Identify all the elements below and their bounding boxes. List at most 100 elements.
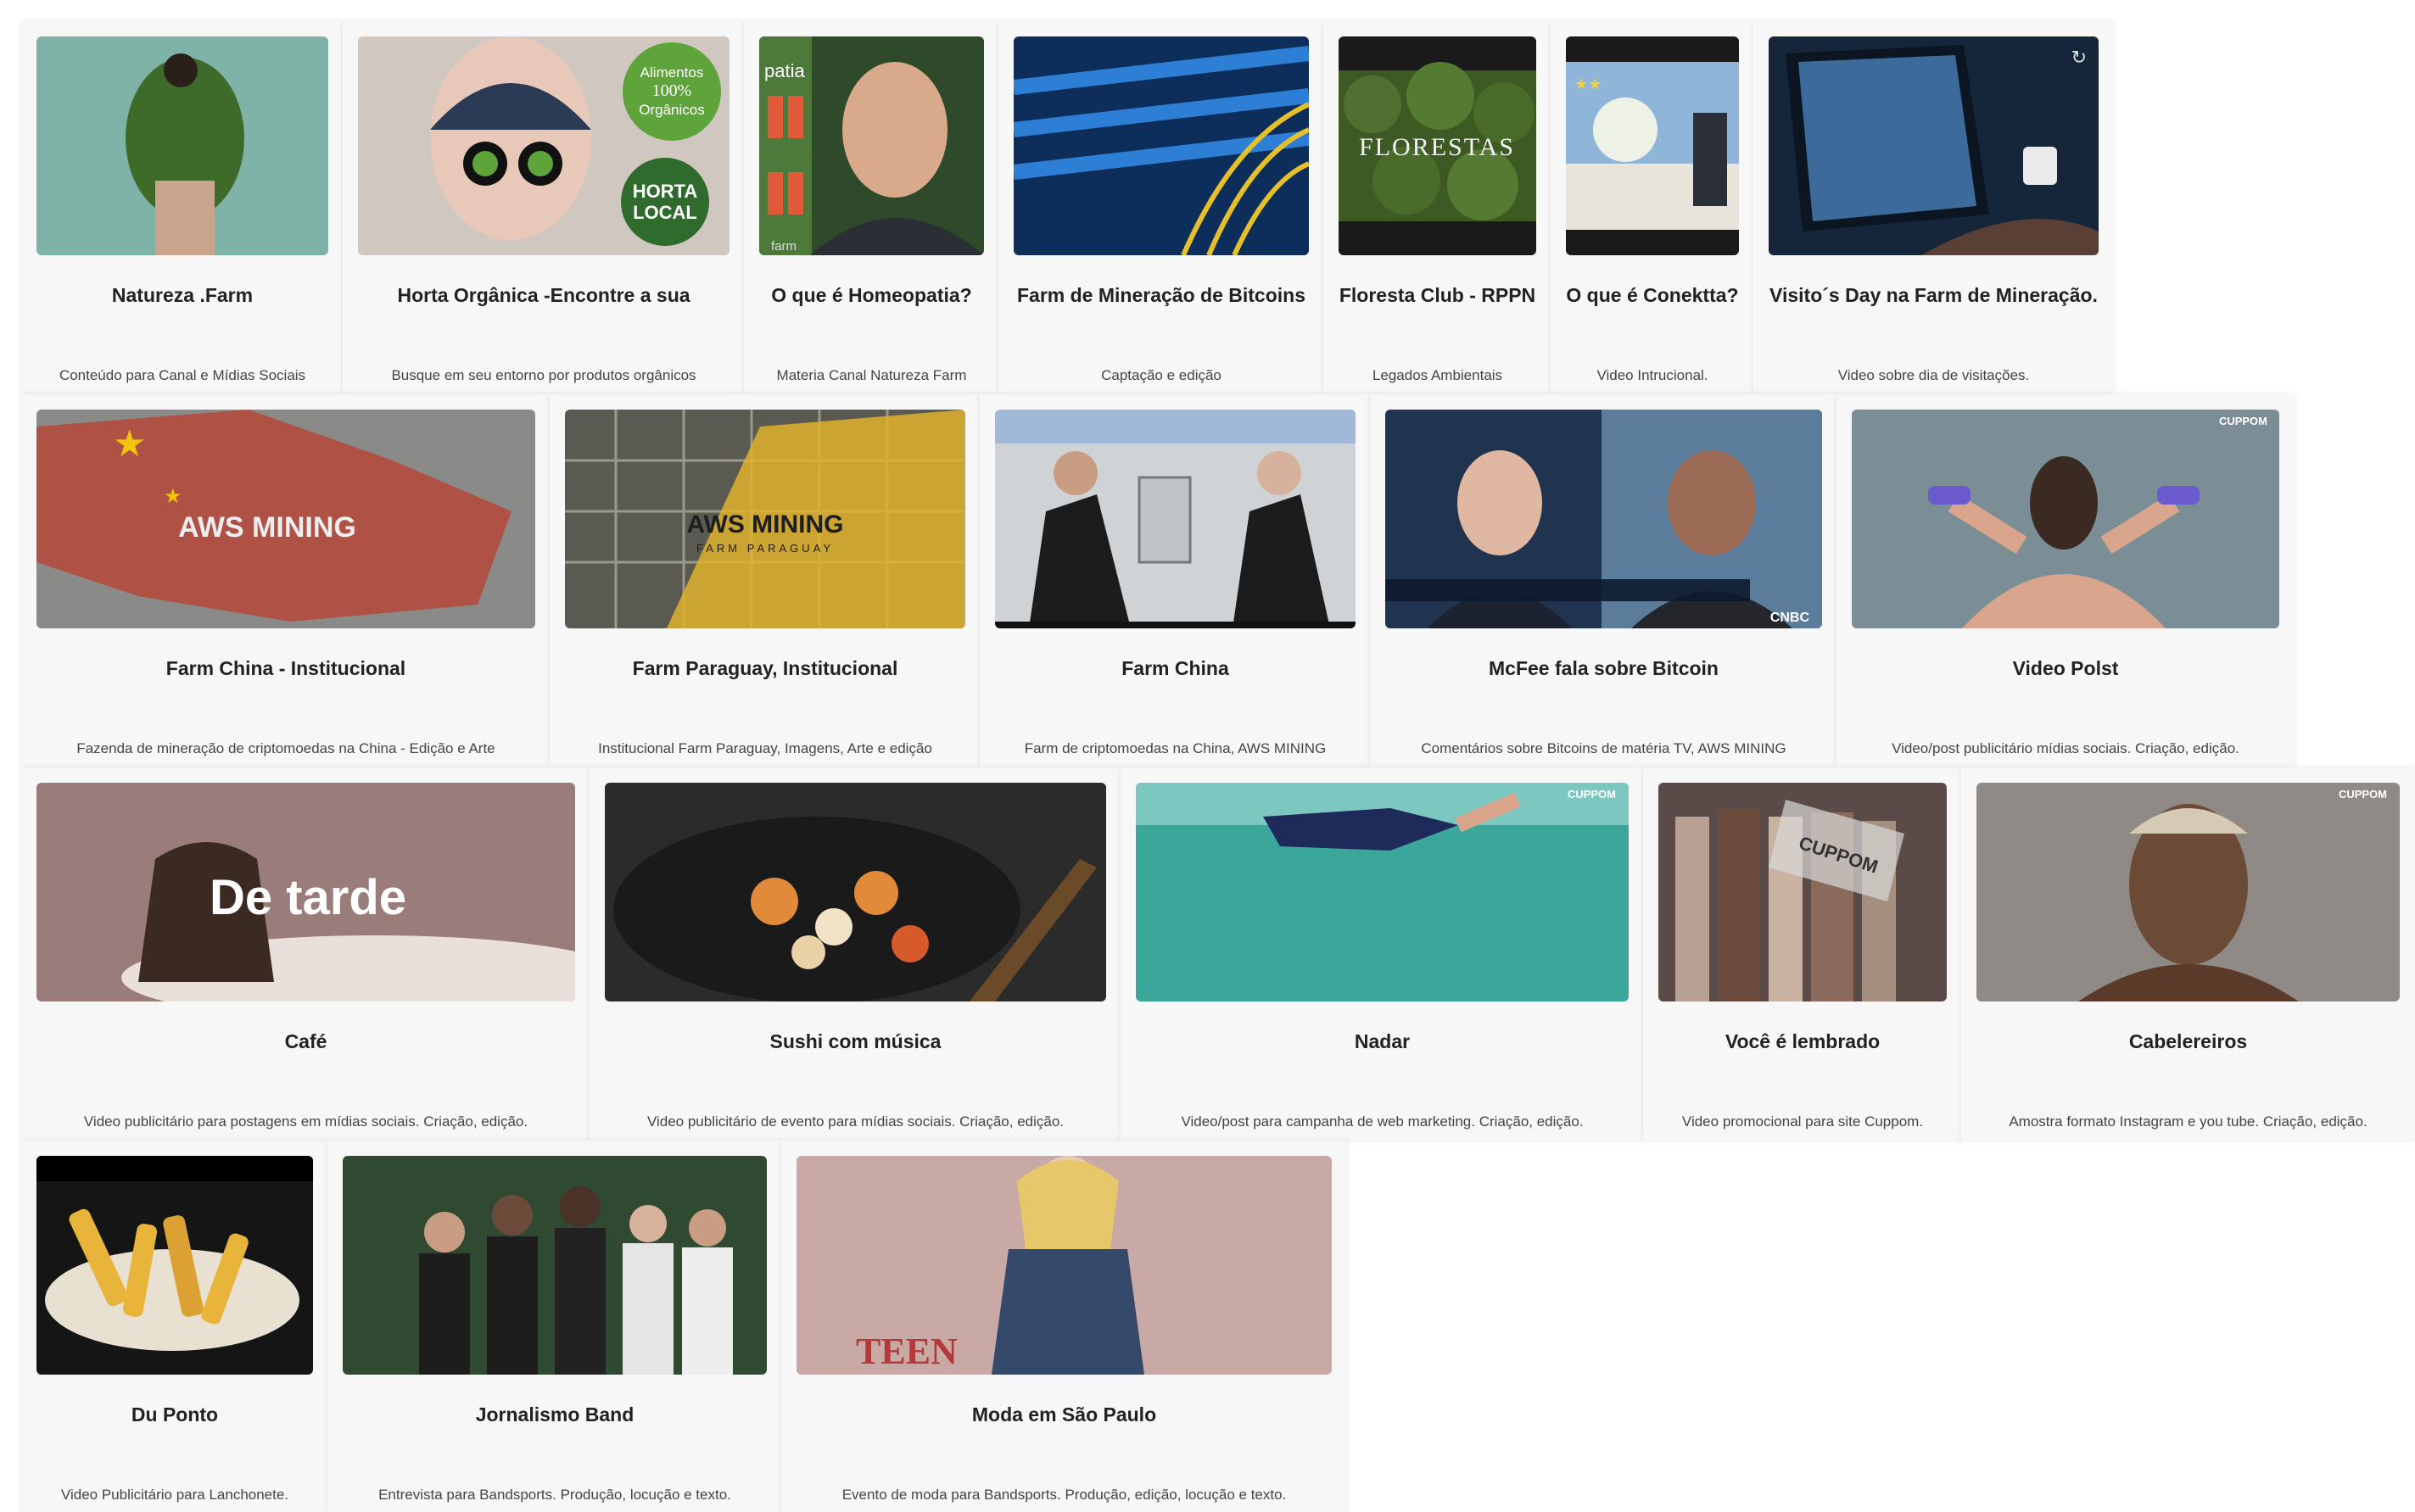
overlay-text: AWS MINING [687, 511, 844, 538]
video-card-conektta[interactable]: ★★ O que é Conektta? Video Intrucional. [1551, 21, 1754, 394]
badge-line-2: 100% [652, 81, 692, 100]
video-title: Sushi com música [769, 1030, 942, 1052]
video-card-cabelereiros[interactable]: CUPPOM Cabelereiros Amostra formato Inst… [1961, 767, 2415, 1141]
video-card-visitors-day[interactable]: ↻ Visito´s Day na Farm de Mineração. Vid… [1753, 21, 2114, 394]
overlay-text: patia [764, 60, 805, 81]
badge-local: LOCAL [633, 202, 697, 223]
plant-person-image [36, 36, 328, 255]
video-thumbnail[interactable]: CUPPOM [1976, 783, 2400, 1001]
video-thumbnail[interactable]: CUPPOM [1658, 783, 1947, 1001]
video-thumbnail[interactable]: CUPPOM [1136, 783, 1629, 1001]
overlay-text: FLORESTAS [1359, 133, 1515, 161]
organic-girl-image: Alimentos 100% Orgânicos HORTA LOCAL [358, 36, 730, 255]
video-card-video-polst[interactable]: CUPPOM Video Polst Video/post publicitár… [1836, 394, 2295, 767]
video-title: Du Ponto [131, 1403, 219, 1426]
video-title: O que é Homeopatia? [771, 284, 972, 306]
video-card-jornalismo-band[interactable]: Jornalismo Band Entrevista para Bandspor… [327, 1141, 782, 1512]
star-icons: ★★ [1574, 75, 1602, 92]
video-thumbnail[interactable]: Alimentos 100% Orgânicos HORTA LOCAL [358, 36, 730, 255]
video-card-cafe[interactable]: De tarde Café Video publicitário para po… [21, 767, 590, 1141]
overlay-text: TEEN [856, 1331, 958, 1372]
video-thumbnail[interactable] [605, 783, 1106, 1001]
brand-watermark: CUPPOM [1568, 788, 1616, 801]
video-description: Legados Ambientais [1372, 367, 1503, 383]
video-description: Video sobre dia de visitações. [1837, 367, 2030, 383]
video-thumbnail[interactable]: patia farm [759, 36, 984, 255]
video-thumbnail[interactable] [36, 1156, 313, 1375]
woman-portrait-image: CUPPOM [1976, 783, 2400, 1001]
badge-horta: HORTA [633, 181, 698, 202]
video-card-moda-sao-paulo[interactable]: TEEN Moda em São Paulo Evento de moda pa… [781, 1141, 1347, 1512]
video-description: Video Publicitário para Lanchonete. [60, 1487, 289, 1503]
video-description: Conteúdo para Canal e Mídias Sociais [59, 367, 306, 383]
video-thumbnail[interactable] [343, 1156, 767, 1375]
video-description: Comentários sobre Bitcoins de matéria TV… [1421, 740, 1786, 756]
video-thumbnail[interactable] [36, 36, 328, 255]
video-description: Video/post para campanha de web marketin… [1181, 1113, 1584, 1130]
video-description: Video publicitário para postagens em míd… [83, 1113, 528, 1130]
china-map-image: ★ ★ AWS MINING [36, 410, 535, 628]
video-thumbnail[interactable]: De tarde [36, 783, 575, 1001]
video-thumbnail[interactable]: FLORESTAS [1339, 36, 1536, 255]
video-title: Café [284, 1030, 327, 1052]
replay-icon: ↻ [2071, 47, 2087, 68]
video-card-mcfee-bitcoin[interactable]: CNBC McFee fala sobre Bitcoin Comentário… [1370, 394, 1837, 767]
video-thumbnail[interactable]: ★★ [1566, 36, 1739, 255]
video-title: O que é Conektta? [1566, 284, 1739, 306]
video-card-du-ponto[interactable]: Du Ponto Video Publicitário para Lanchon… [21, 1141, 328, 1512]
video-card-farm-china[interactable]: Farm China Farm de criptomoedas na China… [980, 394, 1371, 767]
star-icon: ★ [164, 485, 182, 508]
fries-image [36, 1156, 313, 1375]
video-description: Captação e edição [1101, 367, 1221, 383]
video-description: Video promocional para site Cuppom. [1681, 1113, 1924, 1130]
video-title: Farm China [1121, 657, 1229, 679]
video-card-nadar[interactable]: CUPPOM Nadar Video/post para campanha de… [1121, 767, 1644, 1141]
video-description: Busque em seu entorno por produtos orgân… [391, 367, 696, 383]
brand-watermark: CUPPOM [2219, 415, 2267, 427]
video-description: Institucional Farm Paraguay, Imagens, Ar… [598, 740, 932, 756]
fashion-runway-image: TEEN [797, 1156, 1332, 1375]
video-title: Moda em São Paulo [971, 1403, 1157, 1426]
video-thumbnail[interactable] [1014, 36, 1309, 255]
mining-cables-image [1014, 36, 1309, 255]
video-title: Jornalismo Band [475, 1403, 634, 1426]
video-card-homeopatia[interactable]: patia farm O que é Homeopatia? Materia C… [744, 21, 999, 394]
video-card-natureza-farm[interactable]: Natureza .Farm Conteúdo para Canal e Míd… [21, 21, 344, 394]
overlay-text: AWS MINING [178, 511, 356, 544]
badge-line-1: Alimentos [640, 64, 704, 81]
video-description: Amostra formato Instagram e you tube. Cr… [2009, 1113, 2367, 1130]
video-description: Entrevista para Bandsports. Produção, lo… [378, 1487, 731, 1503]
overlay-logo: farm [771, 239, 797, 254]
video-card-farm-mineracao-bitcoins[interactable]: Farm de Mineração de Bitcoins Captação e… [998, 21, 1324, 394]
video-card-sushi-com-musica[interactable]: Sushi com música Video publicitário de e… [590, 767, 1121, 1141]
video-thumbnail[interactable]: TEEN [797, 1156, 1332, 1375]
video-thumbnail[interactable]: ↻ [1769, 36, 2099, 255]
video-thumbnail[interactable]: CNBC [1385, 410, 1822, 628]
video-card-farm-paraguay[interactable]: AWS MINING FARM PARAGUAY Farm Paraguay, … [550, 394, 981, 767]
video-title: Cabelereiros [2128, 1030, 2248, 1052]
video-thumbnail[interactable]: ★ ★ AWS MINING [36, 410, 535, 628]
video-card-farm-china-institucional[interactable]: ★ ★ AWS MINING Farm China - Instituciona… [21, 394, 551, 767]
forest-image: FLORESTAS [1339, 36, 1536, 255]
video-description: Materia Canal Natureza Farm [776, 367, 967, 383]
video-card-voce-e-lembrado[interactable]: CUPPOM Você é lembrado Video promocional… [1643, 767, 1962, 1141]
video-description: Fazenda de mineração de criptomoedas na … [76, 740, 495, 756]
brand-watermark: CUPPOM [2339, 788, 2387, 801]
video-thumbnail[interactable]: AWS MINING FARM PARAGUAY [565, 410, 965, 628]
video-description: Evento de moda para Bandsports. Produção… [841, 1487, 1287, 1503]
swimmer-image: CUPPOM [1136, 783, 1629, 1001]
video-card-floresta-club[interactable]: FLORESTAS Floresta Club - RPPN Legados A… [1323, 21, 1551, 394]
video-card-horta-organica[interactable]: Alimentos 100% Orgânicos HORTA LOCAL Hor… [343, 21, 745, 394]
tablet-image [1769, 36, 2099, 255]
video-title: Floresta Club - RPPN [1339, 284, 1536, 306]
video-title: Natureza .Farm [111, 284, 254, 306]
video-description: Video/post publicitário mídias sociais. … [1892, 740, 2239, 756]
video-title: Visito´s Day na Farm de Mineração. [1769, 284, 2098, 306]
video-thumbnail[interactable] [995, 410, 1356, 628]
clothes-rack-image: CUPPOM [1658, 783, 1947, 1001]
network-logo: CNBC [1770, 611, 1810, 625]
video-thumbnail[interactable]: CUPPOM [1852, 410, 2279, 628]
video-description: Video Intrucional. [1596, 367, 1708, 383]
video-title: Nadar [1354, 1030, 1411, 1052]
video-description: Video publicitário de evento para mídias… [646, 1113, 1065, 1130]
